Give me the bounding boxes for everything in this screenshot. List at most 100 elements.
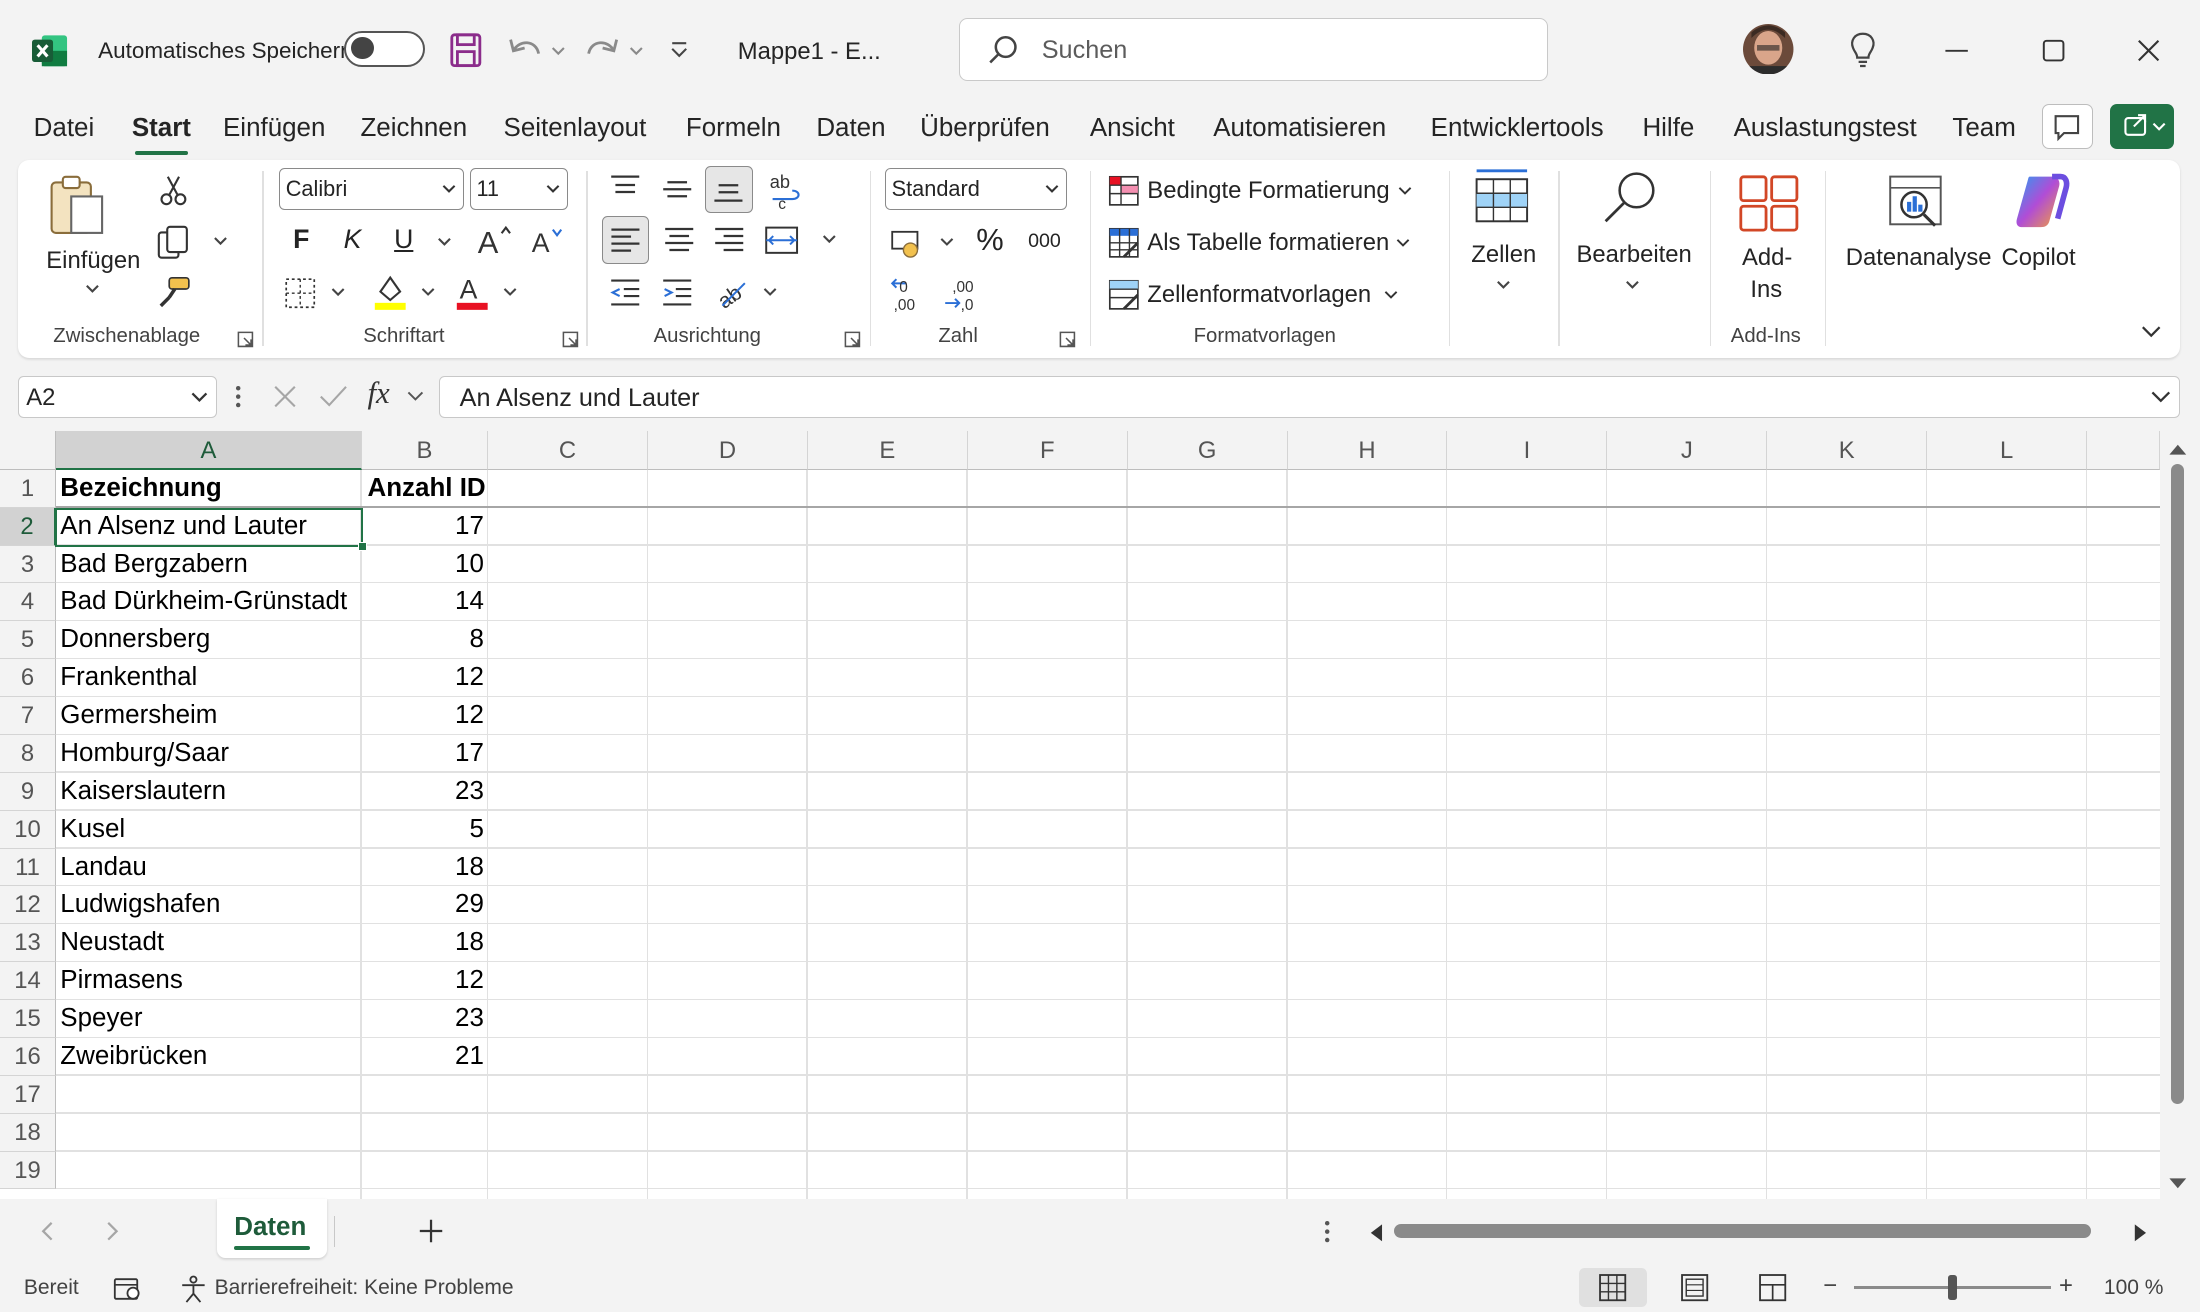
tab-automatisieren[interactable]: Automatisieren [1213, 114, 1386, 143]
cell-b16[interactable]: 21 [365, 1038, 484, 1076]
status-accessibility[interactable]: Barrierefreiheit: Keine Probleme [215, 1276, 514, 1300]
cell-a8[interactable]: Homburg/Saar [60, 735, 357, 773]
underline-button[interactable]: U [394, 224, 413, 255]
copilot-icon[interactable] [2010, 171, 2072, 233]
decrease-decimal-icon[interactable]: ,00,0 [941, 275, 983, 314]
select-all-corner[interactable] [0, 430, 57, 470]
chevron-left-icon[interactable] [39, 1220, 56, 1242]
name-box[interactable]: A2 [18, 375, 218, 418]
cell-b13[interactable]: 18 [365, 924, 484, 962]
more-options-icon[interactable] [1323, 1219, 1331, 1244]
maximize-icon[interactable] [2041, 38, 2066, 63]
horizontal-scroll-thumb[interactable] [1394, 1224, 2092, 1239]
view-page-break-button[interactable] [1739, 1268, 1806, 1307]
cell-b11[interactable]: 18 [365, 849, 484, 887]
vertical-scrollbar[interactable] [2160, 430, 2200, 1200]
tab-auslastungstest[interactable]: Auslastungstest [1734, 114, 1917, 143]
row-header[interactable]: 13 [0, 924, 57, 963]
row-header[interactable]: 16 [0, 1037, 57, 1076]
addins-label-line1[interactable]: Add- [1742, 244, 1792, 272]
tab-start[interactable]: Start [132, 114, 191, 155]
cells-icon[interactable] [1471, 168, 1533, 230]
row-header[interactable]: 12 [0, 886, 57, 925]
row-header[interactable]: 19 [0, 1151, 57, 1190]
zoom-level[interactable]: 100 % [2104, 1276, 2164, 1300]
cell-b10[interactable]: 5 [365, 811, 483, 849]
column-header-l[interactable]: L [1927, 430, 2088, 470]
quick-access-dropdown-icon[interactable] [668, 39, 690, 61]
align-left-icon[interactable] [601, 215, 650, 264]
tab-hilfe[interactable]: Hilfe [1642, 114, 1694, 143]
cell-a4[interactable]: Bad Dürkheim-Grünstadt [60, 583, 357, 621]
font-size-select[interactable]: 11 [469, 168, 569, 211]
increase-decimal-icon[interactable]: 0,00 [888, 275, 930, 314]
row-header[interactable]: 9 [0, 772, 57, 811]
row-header[interactable]: 3 [0, 545, 57, 584]
cell-b5[interactable]: 8 [365, 621, 483, 659]
borders-icon[interactable] [282, 275, 361, 311]
column-header-h[interactable]: H [1287, 430, 1448, 470]
search-input[interactable]: Suchen [959, 18, 1549, 82]
italic-button[interactable]: K [344, 224, 362, 255]
cell-a16[interactable]: Zweibrücken [60, 1038, 357, 1076]
format-as-table-icon[interactable] [1107, 226, 1141, 260]
insert-function-button[interactable]: fx [367, 376, 389, 411]
cell-b3[interactable]: 10 [365, 546, 484, 584]
merge-center-icon[interactable] [762, 222, 846, 258]
cancel-entry-icon[interactable] [271, 384, 299, 409]
close-icon[interactable] [2136, 38, 2161, 63]
tab-einfuegen[interactable]: Einfügen [223, 114, 325, 143]
minimize-icon[interactable] [1944, 48, 1969, 54]
collapse-ribbon-icon[interactable] [2140, 323, 2162, 340]
cell-a14[interactable]: Pirmasens [60, 962, 357, 1000]
align-middle-icon[interactable] [659, 171, 695, 207]
copilot-button[interactable]: Copilot [2001, 244, 2075, 272]
addins-icon[interactable] [1738, 174, 1800, 233]
editing-button[interactable]: Bearbeiten [1577, 241, 1692, 269]
row-header[interactable]: 18 [0, 1113, 57, 1152]
decrease-font-icon[interactable]: A [529, 224, 571, 258]
increase-font-icon[interactable]: A [475, 222, 517, 258]
avatar[interactable] [1743, 23, 1794, 75]
wrap-text-icon[interactable]: ab c [767, 171, 806, 210]
tab-daten[interactable]: Daten [816, 114, 885, 143]
cell-styles-button[interactable]: Zellenformatvorlagen [1147, 281, 1371, 309]
vertical-scroll-thumb[interactable] [2171, 464, 2184, 1104]
column-header-a[interactable]: A [56, 430, 362, 470]
cell-b2[interactable]: 17 [365, 508, 484, 546]
more-options-icon[interactable] [234, 384, 242, 409]
magnifier-icon[interactable] [1600, 168, 1662, 230]
column-header-j[interactable]: J [1607, 430, 1768, 470]
undo-icon[interactable] [505, 34, 567, 68]
accessibility-icon[interactable] [178, 1274, 209, 1305]
tab-datei[interactable]: Datei [34, 114, 95, 143]
cell-styles-icon[interactable] [1107, 278, 1141, 312]
cut-icon[interactable] [158, 174, 189, 208]
formula-input[interactable]: An Alsenz und Lauter [439, 375, 2180, 418]
row-header[interactable]: 6 [0, 659, 57, 698]
lightbulb-icon[interactable] [1846, 31, 1880, 70]
cell-b1[interactable]: Anzahl ID [367, 470, 485, 508]
row-header[interactable]: 2 [0, 507, 57, 546]
tab-ansicht[interactable]: Ansicht [1090, 114, 1175, 143]
comments-button[interactable] [2042, 103, 2093, 149]
alignment-launcher-icon[interactable] [844, 331, 861, 348]
tab-team[interactable]: Team [1952, 114, 2015, 143]
bold-button[interactable]: F [293, 224, 309, 255]
cell-a10[interactable]: Kusel [60, 811, 357, 849]
tab-zeichnen[interactable]: Zeichnen [360, 114, 467, 143]
cell-b6[interactable]: 12 [365, 659, 484, 697]
font-launcher-icon[interactable] [562, 331, 579, 348]
scroll-left-icon[interactable] [1368, 1223, 1385, 1243]
row-header[interactable]: 5 [0, 621, 57, 660]
redo-icon[interactable] [583, 34, 645, 68]
number-format-select[interactable]: Standard [885, 168, 1068, 211]
chevron-right-icon[interactable] [104, 1220, 121, 1242]
tab-ueberpruefen[interactable]: Überprüfen [920, 114, 1050, 143]
row-header[interactable]: 7 [0, 697, 57, 735]
format-painter-icon[interactable] [158, 275, 192, 309]
column-header-g[interactable]: G [1127, 430, 1288, 470]
scroll-up-icon[interactable] [2168, 442, 2188, 456]
view-normal-button[interactable] [1579, 1267, 1647, 1308]
row-header[interactable]: 11 [0, 848, 57, 887]
